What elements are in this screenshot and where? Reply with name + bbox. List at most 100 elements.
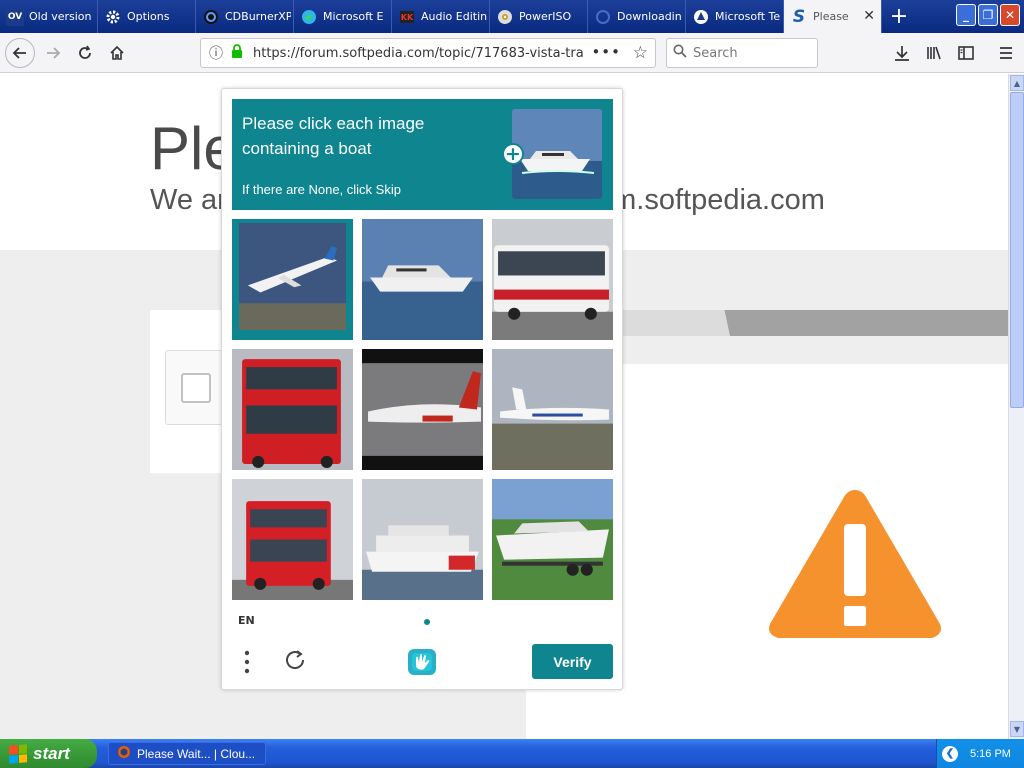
tab-label: Old version <box>29 10 92 23</box>
forward-arrow-icon <box>47 46 61 59</box>
challenge-tile-9[interactable] <box>492 479 613 600</box>
windows-taskbar: start Please Wait... | Clou... ❮ 5:16 PM <box>0 739 1024 768</box>
address-bar[interactable]: ⓘ https://forum.softpedia.com/topic/7176… <box>200 38 656 68</box>
more-options-icon[interactable] <box>240 649 254 675</box>
challenge-tile-2[interactable] <box>362 219 483 340</box>
minimize-button[interactable]: _ <box>956 4 976 26</box>
show-hidden-icons-icon[interactable]: ❮ <box>942 745 958 762</box>
back-button[interactable] <box>5 37 35 68</box>
gear-icon <box>104 8 122 26</box>
tab-options[interactable]: Options <box>98 0 196 33</box>
language-selector[interactable]: EN <box>238 614 255 627</box>
tab-poweriso[interactable]: PowerISO <box>490 0 588 33</box>
page-subheading-left: We ar <box>150 184 227 216</box>
start-button[interactable]: start <box>0 739 97 768</box>
tab-microsoft-edge[interactable]: Microsoft E <box>294 0 392 33</box>
softpedia-icon: S <box>792 6 806 27</box>
double-decker-bus-image <box>232 479 353 600</box>
forward-button[interactable] <box>37 37 69 69</box>
close-window-button[interactable]: ✕ <box>1000 4 1020 26</box>
boat-on-trailer-image <box>492 479 613 600</box>
boat-image <box>362 219 483 340</box>
tab-downloading[interactable]: Downloadin <box>588 0 686 33</box>
close-tab-icon[interactable]: ✕ <box>863 8 875 24</box>
navigation-toolbar: ⓘ https://forum.softpedia.com/topic/7176… <box>0 33 1024 73</box>
progress-strip-fill <box>620 310 730 336</box>
windows-logo-icon <box>9 743 27 764</box>
tab-label: Microsoft E <box>323 10 384 23</box>
back-arrow-icon <box>12 46 26 59</box>
browser-window-icon <box>117 745 131 762</box>
tab-label: Please <box>813 10 849 23</box>
new-tab-button[interactable]: + <box>882 0 916 33</box>
start-label: start <box>33 743 70 763</box>
scrollbar-thumb[interactable] <box>1010 92 1024 408</box>
tab-label: PowerISO <box>519 10 572 23</box>
taskbar-clock[interactable]: 5:16 PM <box>970 748 1011 760</box>
challenge-image-grid <box>232 219 614 601</box>
page-actions-icon[interactable]: ••• <box>591 43 621 61</box>
tab-old-version[interactable]: OV Old version <box>0 0 98 33</box>
bookmark-star-icon[interactable]: ☆ <box>633 43 648 63</box>
restore-button[interactable]: ❐ <box>978 4 998 26</box>
human-verification-checkbox[interactable] <box>181 373 211 403</box>
cd-icon <box>496 8 514 26</box>
challenge-tile-6[interactable] <box>492 349 613 470</box>
challenge-tile-7[interactable] <box>232 479 353 600</box>
ov-icon: OV <box>6 7 24 26</box>
system-tray: ❮ 5:16 PM <box>936 739 1024 768</box>
double-decker-bus-image <box>232 349 353 470</box>
scroll-up-icon[interactable]: ▲ <box>1010 75 1024 91</box>
search-placeholder: Search <box>693 45 738 61</box>
menu-icon[interactable] <box>990 37 1022 69</box>
bus-image <box>492 219 613 340</box>
tab-microsoft-teams[interactable]: Microsoft Te <box>686 0 784 33</box>
challenge-tile-8[interactable] <box>362 479 483 600</box>
verify-button[interactable]: Verify <box>532 644 613 679</box>
url-text[interactable]: https://forum.softpedia.com/topic/717683… <box>253 46 583 61</box>
disc-icon <box>202 8 220 26</box>
teams-icon <box>692 8 710 26</box>
skip-hint: If there are None, click Skip <box>242 182 401 197</box>
tab-please-wait[interactable]: S Please ✕ <box>784 0 882 33</box>
downloads-icon[interactable] <box>886 37 918 69</box>
page-scrollbar[interactable]: ▲ ▼ <box>1008 74 1024 739</box>
airplane-image <box>239 223 346 330</box>
challenge-tile-1[interactable] <box>232 219 353 340</box>
challenge-tile-4[interactable] <box>232 349 353 470</box>
home-button[interactable] <box>101 37 133 69</box>
enlarge-example-icon[interactable]: + <box>502 143 524 165</box>
lock-icon[interactable] <box>231 44 245 62</box>
audio-icon: KK <box>398 8 416 26</box>
window-controls: _ ❐ ✕ <box>956 4 1020 26</box>
edge-icon <box>300 8 318 26</box>
jet-image <box>492 349 613 470</box>
challenge-pagination <box>412 619 442 625</box>
svg-text:KK: KK <box>401 13 414 22</box>
library-icon[interactable] <box>918 37 950 69</box>
home-icon <box>110 45 124 60</box>
challenge-tile-3[interactable] <box>492 219 613 340</box>
reload-button[interactable] <box>69 37 101 69</box>
tab-label: Downloadin <box>617 10 682 23</box>
sidebar-icon[interactable] <box>950 37 982 69</box>
page-subheading-right: um.softpedia.com <box>596 184 825 216</box>
tab-cdburnerxp[interactable]: CDBurnerXP <box>196 0 294 33</box>
hcaptcha-logo-icon[interactable] <box>404 645 440 679</box>
challenge-tile-5[interactable] <box>362 349 483 470</box>
tab-label: Microsoft Te <box>715 10 781 23</box>
example-boat-image[interactable] <box>512 109 602 199</box>
page-dot-active <box>424 619 430 625</box>
tab-label: Audio Editin <box>421 10 487 23</box>
page-dot <box>412 619 418 625</box>
search-input[interactable]: Search <box>666 38 818 68</box>
scroll-down-icon[interactable]: ▼ <box>1010 721 1024 737</box>
info-icon[interactable]: ⓘ <box>201 43 231 63</box>
tab-audio-editing[interactable]: KK Audio Editin <box>392 0 490 33</box>
challenge-prompt: Please click each image containing a boa… <box>232 99 613 210</box>
taskbar-item-label: Please Wait... | Clou... <box>137 746 256 761</box>
hcaptcha-challenge: Please click each image containing a boa… <box>221 88 623 690</box>
tab-label: Options <box>127 10 170 23</box>
refresh-challenge-icon[interactable] <box>282 647 308 673</box>
taskbar-window-item[interactable]: Please Wait... | Clou... <box>108 742 266 765</box>
